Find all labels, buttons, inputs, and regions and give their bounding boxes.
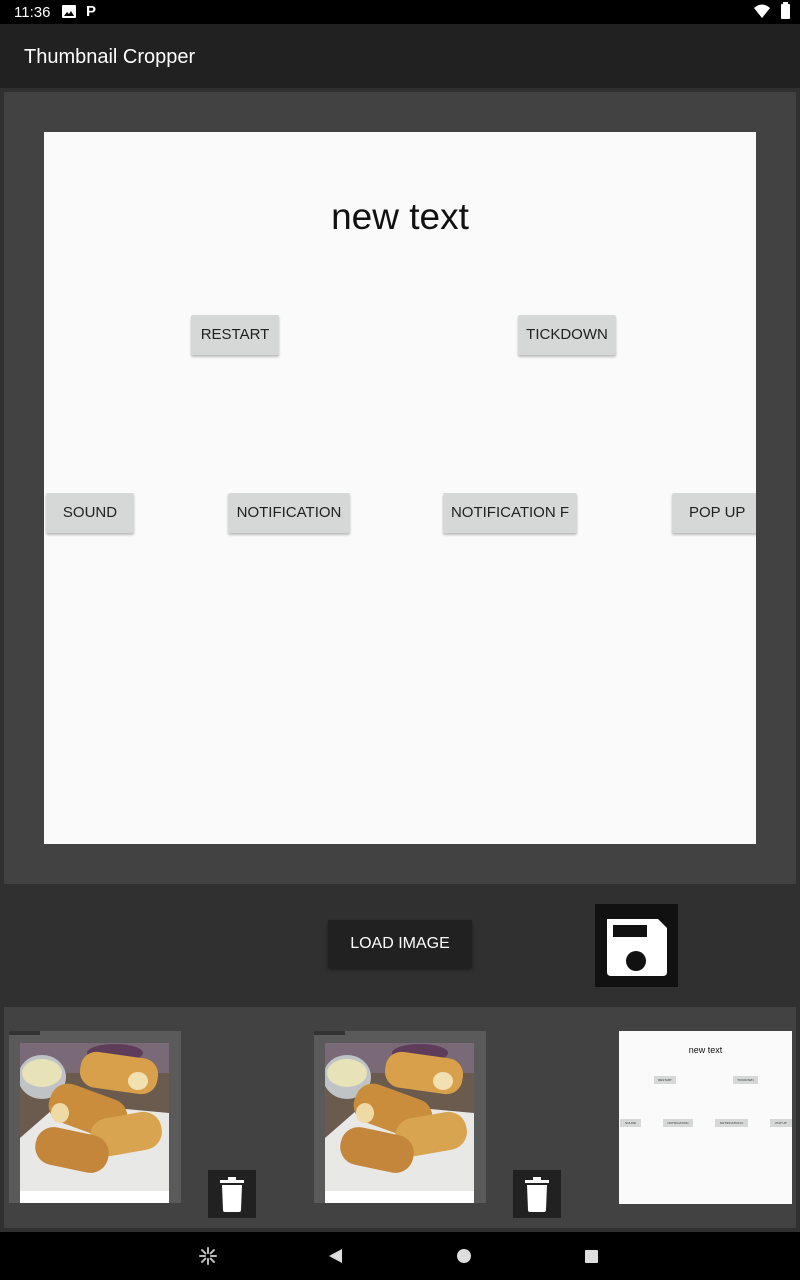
status-time: 11:36	[14, 4, 51, 21]
thumbnail-1[interactable]	[9, 1031, 181, 1203]
mini-pop-up-button: POP UP	[770, 1119, 792, 1127]
wifi-icon	[754, 4, 770, 18]
egg-rolls-photo	[20, 1043, 169, 1191]
mini-sound-button: SOUND	[620, 1119, 641, 1127]
floppy-disk-icon	[607, 919, 667, 976]
home-icon[interactable]	[456, 1248, 472, 1264]
mini-restart-button: RESTART	[654, 1076, 676, 1084]
preview-sound-button: SOUND	[46, 493, 134, 533]
save-button[interactable]	[595, 904, 678, 987]
thumbnail-2[interactable]	[314, 1031, 486, 1203]
thumbnail-tab	[314, 1031, 345, 1035]
egg-rolls-photo	[325, 1043, 474, 1191]
thumbnail-bottom-band	[325, 1191, 474, 1203]
battery-icon	[781, 2, 790, 19]
p-app-icon: P	[86, 3, 97, 20]
crop-area[interactable]: new text RESTART TICKDOWN SOUND NOTIFICA…	[4, 92, 796, 884]
thumbnail-3[interactable]: new text RESTART TICKDOWN SOUND NOTIFICA…	[619, 1031, 792, 1204]
recents-icon[interactable]	[584, 1249, 599, 1264]
preview-tickdown-button: TICKDOWN	[518, 315, 616, 355]
thumbnail-tab	[9, 1031, 40, 1035]
preview-notification-button: NOTIFICATION	[228, 493, 350, 533]
back-icon[interactable]	[327, 1248, 343, 1264]
load-image-button[interactable]: LOAD IMAGE	[328, 920, 472, 968]
thumbnail-strip[interactable]: new text RESTART TICKDOWN SOUND NOTIFICA…	[4, 1007, 796, 1228]
preview-pop-up-button: POP UP	[672, 493, 756, 533]
assistant-icon[interactable]	[199, 1247, 217, 1265]
app-title: Thumbnail Cropper	[24, 46, 196, 68]
mini-notification-f-button: NOTIFICATION F	[715, 1119, 748, 1127]
preview-heading: new text	[331, 196, 469, 237]
delete-thumbnail-2-button[interactable]	[513, 1170, 561, 1218]
delete-thumbnail-1-button[interactable]	[208, 1170, 256, 1218]
preview-restart-button: RESTART	[191, 315, 279, 355]
preview-notification-f-button: NOTIFICATION F	[443, 493, 577, 533]
mini-tickdown-button: TICKDOWN	[733, 1076, 758, 1084]
crop-image-preview[interactable]: new text RESTART TICKDOWN SOUND NOTIFICA…	[44, 132, 756, 844]
status-bar: 11:36 P	[0, 0, 800, 24]
nav-bar	[0, 1232, 800, 1280]
thumbnail-bottom-band	[20, 1191, 169, 1203]
app-bar: Thumbnail Cropper	[0, 24, 800, 88]
mini-preview-heading: new text	[688, 1045, 723, 1055]
trash-icon	[220, 1177, 244, 1212]
image-icon	[62, 5, 76, 18]
trash-icon	[525, 1177, 549, 1212]
mini-notification-button: NOTIFICATION	[663, 1119, 693, 1127]
